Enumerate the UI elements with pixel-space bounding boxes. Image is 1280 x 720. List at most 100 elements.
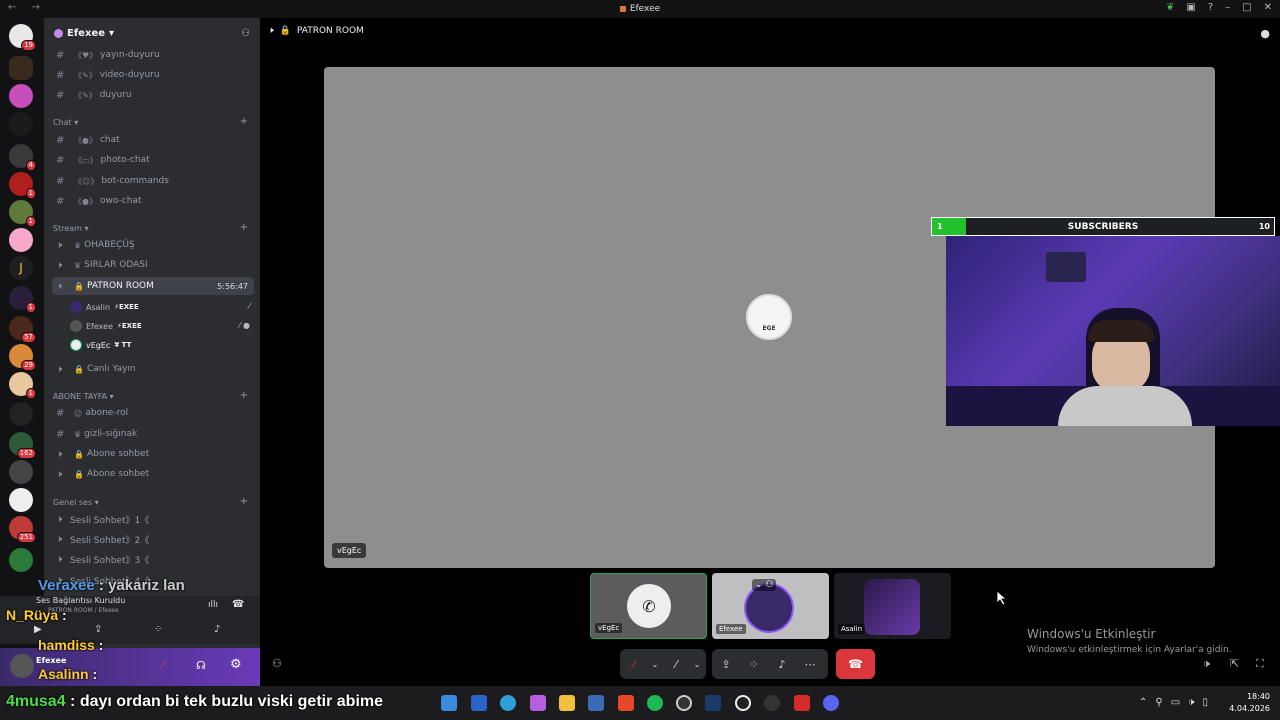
camera-icon[interactable]: ▶ <box>34 624 42 635</box>
server-icon[interactable]: 162 <box>9 432 36 459</box>
chevron-up-icon[interactable]: ⌃ <box>1139 697 1155 708</box>
server-icon[interactable] <box>9 84 33 108</box>
screen-share-icon[interactable]: ⇪ <box>94 624 102 635</box>
outlook-icon[interactable] <box>471 695 487 711</box>
add-channel-icon[interactable]: + <box>240 390 248 401</box>
channel-chat[interactable]: # 《●》 chat <box>52 131 254 149</box>
steam-icon[interactable] <box>705 695 721 711</box>
channel-sesli-sohbet-3[interactable]: 🕨 Sesli Sohbet》3《 <box>52 550 254 568</box>
chat-bubble-icon[interactable]: ● <box>1260 27 1270 40</box>
spotify-icon[interactable] <box>647 695 663 711</box>
server-icon[interactable] <box>9 402 33 426</box>
category-abone-tayfa[interactable]: ABONE TAYFA ▾ <box>53 392 114 401</box>
activities-icon[interactable]: ⁘ <box>740 650 768 678</box>
participant-tile[interactable]: Asalin <box>834 573 951 639</box>
gear-icon[interactable]: ⚙ <box>230 657 242 672</box>
soundboard-icon[interactable]: ♪ <box>768 650 796 678</box>
maximize-button[interactable]: □ <box>1242 2 1251 13</box>
server-icon[interactable]: 1 <box>9 200 36 227</box>
server-icon[interactable] <box>9 112 33 136</box>
channel-abone-sohbet[interactable]: 🕨 🔒 Abone sohbet <box>52 445 254 463</box>
volume-icon[interactable]: 🕩 <box>1188 697 1202 708</box>
copilot-icon[interactable] <box>530 695 546 711</box>
tile-actions-icon[interactable]: ⌄ ⚇ <box>752 579 777 591</box>
steelseries-icon[interactable] <box>676 695 692 711</box>
app-icon[interactable] <box>794 695 810 711</box>
server-icon[interactable]: 251 <box>9 516 36 543</box>
channel-bot-commands[interactable]: # 《☺》 bot-commands <box>52 172 254 190</box>
channel-abone-rol[interactable]: # ☺ abone-rol <box>52 404 254 422</box>
category-chat[interactable]: Chat ▾ <box>53 118 78 127</box>
channel-gizli-siginak[interactable]: # ♛ gizli-sığınak <box>52 425 254 443</box>
channel-sirlar-odasi[interactable]: 🕨 ♛ SIRLAR ODASI <box>52 256 254 274</box>
server-icon[interactable]: 19 <box>9 24 36 51</box>
voice-user-efexee[interactable]: Efexee ⚡EXEE <box>70 317 142 335</box>
disconnect-button[interactable]: ☎ <box>836 649 875 679</box>
chevron-down-icon[interactable]: ⌄ <box>648 650 662 678</box>
mic-muted-icon[interactable]: ⁄ <box>620 650 648 678</box>
add-channel-icon[interactable]: + <box>240 222 248 233</box>
participant-tile[interactable]: ⌄ ⚇ Efexee <box>712 573 829 639</box>
edge-icon[interactable] <box>500 695 516 711</box>
channel-canli-yayin[interactable]: 🕨 🔒 Canlı Yayın <box>52 360 254 378</box>
activities-icon[interactable]: ⁘ <box>154 624 162 635</box>
channel-photo-chat[interactable]: # 《▭》 photo-chat <box>52 151 254 169</box>
avatar[interactable] <box>10 654 34 678</box>
file-explorer-icon[interactable] <box>559 695 575 711</box>
category-stream[interactable]: Stream ▾ <box>53 224 89 233</box>
invite-icon[interactable]: ⚇ <box>272 657 282 670</box>
server-icon[interactable]: 1 <box>9 286 36 313</box>
channel-video-duyuru[interactable]: # 《✎》 video-duyuru <box>52 66 254 84</box>
screen-share-icon[interactable]: ⇪ <box>712 650 740 678</box>
network-icon[interactable]: ▭ <box>1171 697 1188 708</box>
chevron-down-icon[interactable]: ⌄ <box>690 650 704 678</box>
invite-icon[interactable]: ⚇ <box>241 28 250 39</box>
minimize-button[interactable]: – <box>1225 2 1230 13</box>
volume-icon[interactable]: 🕩 <box>1203 657 1210 671</box>
popout-icon[interactable]: ⇱ <box>1230 657 1239 670</box>
voice-wave-icon[interactable]: ıllı <box>208 600 218 610</box>
server-icon[interactable]: 4 <box>9 144 36 171</box>
leaf-icon[interactable]: ❦ <box>1166 2 1174 13</box>
mic-icon[interactable]: ⚲ <box>1155 697 1170 708</box>
windows-start-icon[interactable] <box>441 695 457 711</box>
server-header[interactable]: Efexee ▾ <box>54 28 114 39</box>
channel-yayin-duyuru[interactable]: # 《♥》 yayın-duyuru <box>52 46 254 64</box>
server-icon[interactable]: 57 <box>9 316 36 343</box>
server-icon[interactable]: J <box>9 256 33 280</box>
channel-abone-sohbet[interactable]: 🕨 🔒 Abone sohbet <box>52 465 254 483</box>
fullscreen-icon[interactable]: ⛶ <box>1256 657 1264 671</box>
more-icon[interactable]: ⋯ <box>796 650 824 678</box>
server-icon[interactable] <box>9 56 33 80</box>
discord-icon[interactable] <box>823 695 839 711</box>
soundboard-icon[interactable]: ♪ <box>214 624 220 635</box>
server-icon[interactable] <box>9 488 33 512</box>
server-icon[interactable] <box>9 460 33 484</box>
clock[interactable]: 18:40 4.04.2026 <box>1229 691 1270 715</box>
close-button[interactable]: ✕ <box>1264 2 1272 13</box>
battery-icon[interactable]: ▯ <box>1202 697 1216 708</box>
channel-owo-chat[interactable]: # 《●》 owo-chat <box>52 192 254 210</box>
voice-user-vegec[interactable]: vEgEc ¥ TT <box>70 336 131 354</box>
app-icon[interactable] <box>764 695 780 711</box>
server-icon[interactable]: 1 <box>9 372 36 399</box>
mic-muted-icon[interactable]: ⁄ <box>162 659 164 672</box>
headphones-icon[interactable]: ☊ <box>196 659 206 672</box>
inbox-icon[interactable]: ▣ <box>1186 2 1195 13</box>
add-channel-icon[interactable]: + <box>240 116 248 127</box>
channel-duyuru[interactable]: # 《✎》 duyuru <box>52 86 254 104</box>
store-icon[interactable] <box>588 695 604 711</box>
brave-icon[interactable] <box>618 695 634 711</box>
server-icon[interactable]: 1 <box>9 172 36 199</box>
camera-off-icon[interactable]: ⁄ <box>662 650 690 678</box>
add-server-icon[interactable] <box>9 548 33 572</box>
server-icon[interactable] <box>9 228 33 252</box>
channel-sesli-sohbet-2[interactable]: 🕨 Sesli Sohbet》2《 <box>52 530 254 548</box>
help-icon[interactable]: ? <box>1208 2 1213 13</box>
channel-patron-room[interactable]: 🕨 🔒 PATRON ROOM 5:56:47 <box>52 277 254 295</box>
obs-icon[interactable] <box>735 695 751 711</box>
voice-user-asalin[interactable]: Asalin ⚡EXEE <box>70 298 139 316</box>
channel-sesli-sohbet-1[interactable]: 🕨 Sesli Sohbet》1《 <box>52 510 254 528</box>
server-icon[interactable]: 29 <box>9 344 36 371</box>
disconnect-icon[interactable]: ☎ <box>232 599 244 610</box>
